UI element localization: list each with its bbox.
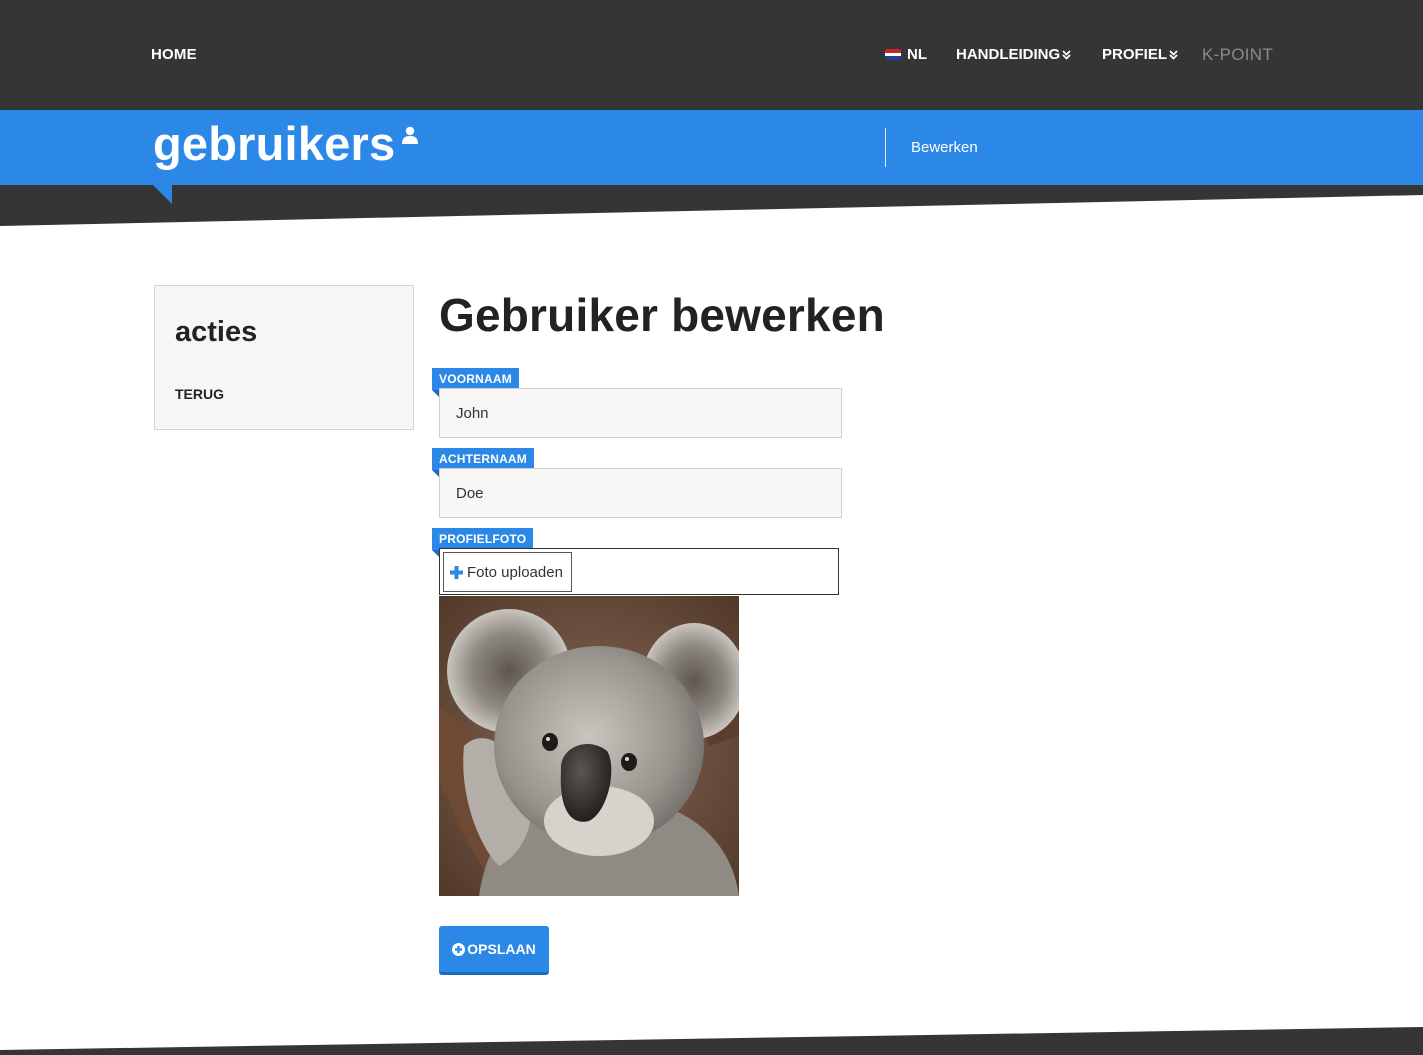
nav-home-link[interactable]: HOME xyxy=(151,46,197,63)
nav-profile-menu[interactable]: PROFIEL xyxy=(1102,46,1178,63)
actions-sidebar: acties TERUG xyxy=(154,285,414,430)
section-title: gebruikers xyxy=(153,117,396,170)
double-chevron-down-icon xyxy=(1169,49,1178,60)
profile-photo-label: PROFIELFOTO xyxy=(432,528,534,550)
last-name-field[interactable] xyxy=(439,468,842,518)
label-pointer xyxy=(432,550,439,557)
banner-divider xyxy=(885,128,886,167)
language-label: NL xyxy=(907,46,927,63)
banner-pointer xyxy=(153,185,172,204)
photo-upload-field: Foto uploaden xyxy=(439,548,839,595)
sidebar-title: acties xyxy=(175,316,258,348)
first-name-label: VOORNAAM xyxy=(432,368,519,390)
user-icon xyxy=(402,126,418,144)
plus-circle-icon xyxy=(452,942,466,956)
language-selector[interactable]: NL xyxy=(885,46,927,63)
nav-profile-label: PROFIEL xyxy=(1102,46,1168,63)
footer-slant xyxy=(0,1027,1423,1055)
netherlands-flag-icon xyxy=(885,49,901,60)
nav-manual-label: HANDLEIDING xyxy=(956,46,1061,63)
save-button[interactable]: OPSLAAN xyxy=(439,926,549,975)
profile-photo xyxy=(439,596,739,896)
back-link[interactable]: TERUG xyxy=(175,386,224,402)
plus-icon xyxy=(450,565,463,579)
last-name-label: ACHTERNAAM xyxy=(432,448,534,470)
double-chevron-down-icon xyxy=(1062,49,1071,60)
breadcrumb-current: Bewerken xyxy=(911,139,978,156)
nav-manual-menu[interactable]: HANDLEIDING xyxy=(956,46,1071,63)
save-button-label: OPSLAAN xyxy=(467,941,536,957)
label-pointer xyxy=(432,390,439,397)
label-pointer xyxy=(432,470,439,477)
header-slant xyxy=(0,185,1423,226)
first-name-field[interactable] xyxy=(439,388,842,438)
upload-photo-button[interactable]: Foto uploaden xyxy=(443,552,572,592)
brand-link[interactable]: K-POINT xyxy=(1202,45,1273,65)
page-title: Gebruiker bewerken xyxy=(439,289,885,341)
upload-photo-label: Foto uploaden xyxy=(467,563,563,581)
